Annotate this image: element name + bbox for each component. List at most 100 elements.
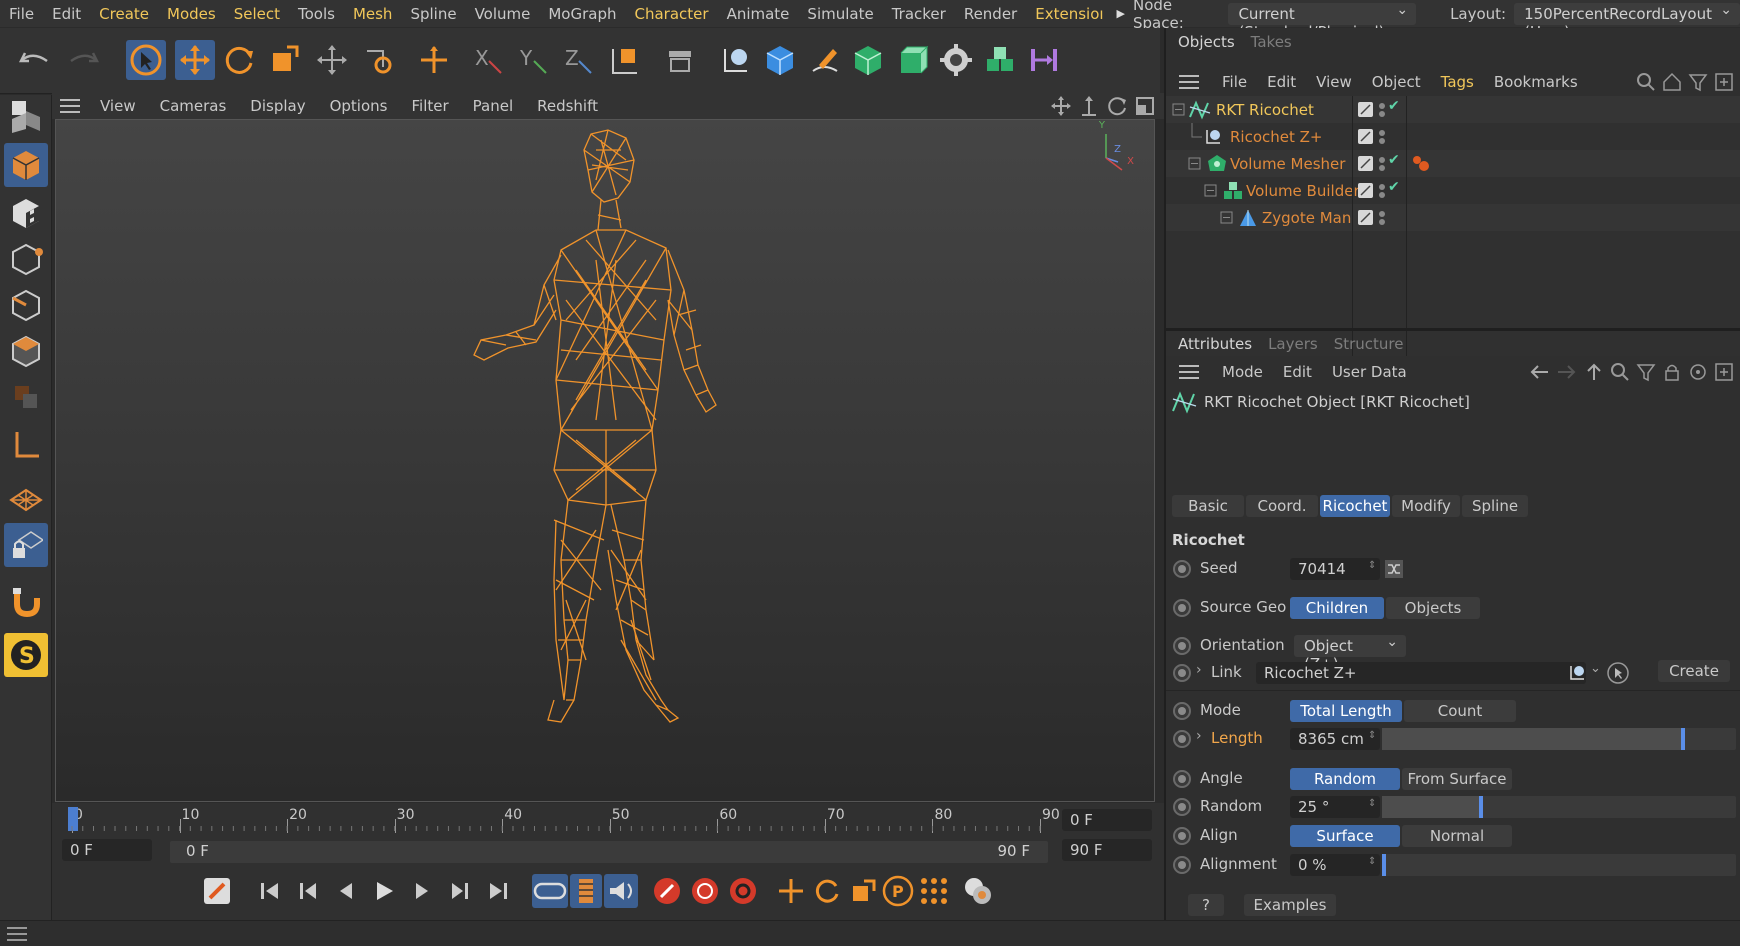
slider-knob[interactable]	[1382, 854, 1386, 876]
keyframe-record-icon[interactable]	[202, 876, 232, 906]
animate-radio[interactable]	[1173, 637, 1191, 655]
key-parameter-icon[interactable]: P	[882, 875, 914, 907]
render-region-icon[interactable]	[660, 40, 700, 80]
lock-y-icon[interactable]: Y	[513, 40, 553, 80]
undo-icon[interactable]	[14, 40, 54, 80]
menu-item-extensio[interactable]: Extensioı	[1026, 5, 1112, 23]
current-frame-field[interactable]: 0 F	[1062, 809, 1152, 831]
attributes-menu-edit[interactable]: Edit	[1273, 363, 1322, 381]
animate-radio[interactable]	[1173, 730, 1191, 748]
spinner-icon[interactable]: ⇕	[1368, 856, 1376, 867]
collapse-icon[interactable]	[1220, 211, 1234, 225]
transform-tool-icon[interactable]	[312, 40, 352, 80]
attributes-menu-user-data[interactable]: User Data	[1322, 363, 1417, 381]
editor-visibility-toggle[interactable]	[1358, 210, 1373, 225]
lock-z-icon[interactable]: Z	[558, 40, 598, 80]
lock-x-icon[interactable]: X	[468, 40, 508, 80]
sub-tab-modify[interactable]: Modify	[1392, 495, 1460, 517]
angle-random-option[interactable]: Random	[1290, 768, 1400, 790]
object-row-zygote-man[interactable]: Zygote Man	[1166, 204, 1740, 231]
sound-button[interactable]	[604, 874, 638, 908]
subdivision-surface-icon[interactable]	[848, 40, 888, 80]
menu-item-create[interactable]: Create	[90, 5, 158, 23]
timeline-grip[interactable]	[52, 817, 56, 917]
objects-menu-file[interactable]: File	[1212, 73, 1257, 91]
collapse-icon[interactable]	[1204, 184, 1218, 198]
preview-range-bar[interactable]: 0 F 90 F	[170, 841, 1048, 863]
maximize-view-icon[interactable]	[1134, 95, 1156, 117]
align-surface-option[interactable]: Surface	[1290, 825, 1400, 847]
editor-visibility-toggle[interactable]	[1358, 102, 1373, 117]
start-frame-field[interactable]: 0 F	[62, 839, 152, 861]
animate-radio[interactable]	[1173, 664, 1191, 682]
link-dropdown-icon[interactable]: ⌄	[1590, 661, 1601, 676]
tab-structure[interactable]: Structure	[1326, 335, 1412, 353]
record-keys-icon[interactable]	[652, 876, 682, 906]
redo-icon[interactable]	[64, 40, 104, 80]
animate-radio[interactable]	[1173, 702, 1191, 720]
menu-overflow-arrow-icon[interactable]: ▶	[1117, 7, 1125, 20]
align-normal-option[interactable]: Normal	[1402, 825, 1512, 847]
enabled-check-icon[interactable]: ✔	[1388, 98, 1400, 114]
spinner-icon[interactable]: ⇕	[1368, 730, 1376, 741]
coordinate-system-icon[interactable]	[604, 40, 644, 80]
layout-dropdown[interactable]: 150PercentRecordLayout (User)	[1514, 1, 1740, 41]
animate-radio[interactable]	[1173, 798, 1191, 816]
tab-attributes[interactable]: Attributes	[1170, 335, 1260, 353]
previous-frame-icon[interactable]	[334, 879, 358, 903]
filter-icon[interactable]	[1688, 72, 1708, 92]
pick-object-icon[interactable]	[1606, 661, 1630, 685]
timeline-ruler[interactable]: 0 10 20 30 40 50 60 70 80 90	[68, 807, 1060, 833]
render-view-icon[interactable]	[716, 40, 756, 80]
move-tool-icon[interactable]	[175, 40, 215, 80]
render-visibility-dots[interactable]	[1378, 210, 1386, 226]
key-point-level-icon[interactable]	[918, 875, 950, 907]
zoom-view-icon[interactable]	[1078, 95, 1100, 117]
tag-icon[interactable]	[1412, 155, 1430, 173]
make-editable-icon[interactable]	[4, 95, 48, 139]
render-visibility-dots[interactable]	[1378, 129, 1386, 145]
viewport-menu-panel[interactable]: Panel	[461, 97, 525, 115]
scale-tool-icon[interactable]	[264, 40, 304, 80]
length-slider[interactable]	[1382, 728, 1736, 750]
animate-radio[interactable]	[1173, 770, 1191, 788]
menu-item-character[interactable]: Character	[626, 5, 718, 23]
motion-system-icon[interactable]	[962, 875, 994, 907]
attr-new-panel-icon[interactable]	[1714, 362, 1734, 382]
expand-arrow-icon[interactable]: ›	[1196, 662, 1202, 678]
loop-button[interactable]	[532, 874, 568, 908]
slider-knob[interactable]	[1681, 728, 1685, 750]
collapse-icon[interactable]	[1188, 157, 1202, 171]
viewport-hamburger-icon[interactable]	[52, 98, 88, 114]
3d-viewport[interactable]: Y Z X	[55, 119, 1155, 802]
tab-layers[interactable]: Layers	[1260, 335, 1326, 353]
spinner-icon[interactable]: ⇕	[1368, 560, 1376, 571]
menu-item-edit[interactable]: Edit	[43, 5, 90, 23]
length-field[interactable]: 8365 cm	[1290, 728, 1380, 750]
world-axis-icon[interactable]	[414, 40, 454, 80]
menu-item-select[interactable]: Select	[225, 5, 289, 23]
viewport-menu-cameras[interactable]: Cameras	[148, 97, 239, 115]
sub-tab-coord[interactable]: Coord.	[1246, 495, 1318, 517]
editor-visibility-toggle[interactable]	[1358, 156, 1373, 171]
sub-tab-ricochet[interactable]: Ricochet	[1320, 495, 1390, 517]
tab-takes[interactable]: Takes	[1243, 33, 1300, 51]
examples-button[interactable]: Examples	[1244, 894, 1336, 916]
random-slider[interactable]	[1382, 796, 1736, 818]
home-icon[interactable]	[1662, 72, 1682, 92]
objects-menu-bookmarks[interactable]: Bookmarks	[1484, 73, 1588, 91]
go-to-end-icon[interactable]	[486, 879, 510, 903]
menu-item-animate[interactable]: Animate	[718, 5, 799, 23]
forward-arrow-icon[interactable]	[1556, 362, 1578, 382]
attributes-menu-mode[interactable]: Mode	[1212, 363, 1273, 381]
place-tool-icon[interactable]	[358, 40, 398, 80]
search-icon[interactable]	[1636, 72, 1656, 92]
select-tool-icon[interactable]	[126, 40, 166, 80]
key-scale-icon[interactable]	[848, 876, 878, 906]
editor-visibility-toggle[interactable]	[1358, 129, 1373, 144]
play-icon[interactable]	[372, 879, 396, 903]
menu-item-simulate[interactable]: Simulate	[798, 5, 882, 23]
animate-radio[interactable]	[1173, 827, 1191, 845]
objects-menu-tags[interactable]: Tags	[1431, 73, 1484, 91]
attr-filter-icon[interactable]	[1636, 362, 1656, 382]
